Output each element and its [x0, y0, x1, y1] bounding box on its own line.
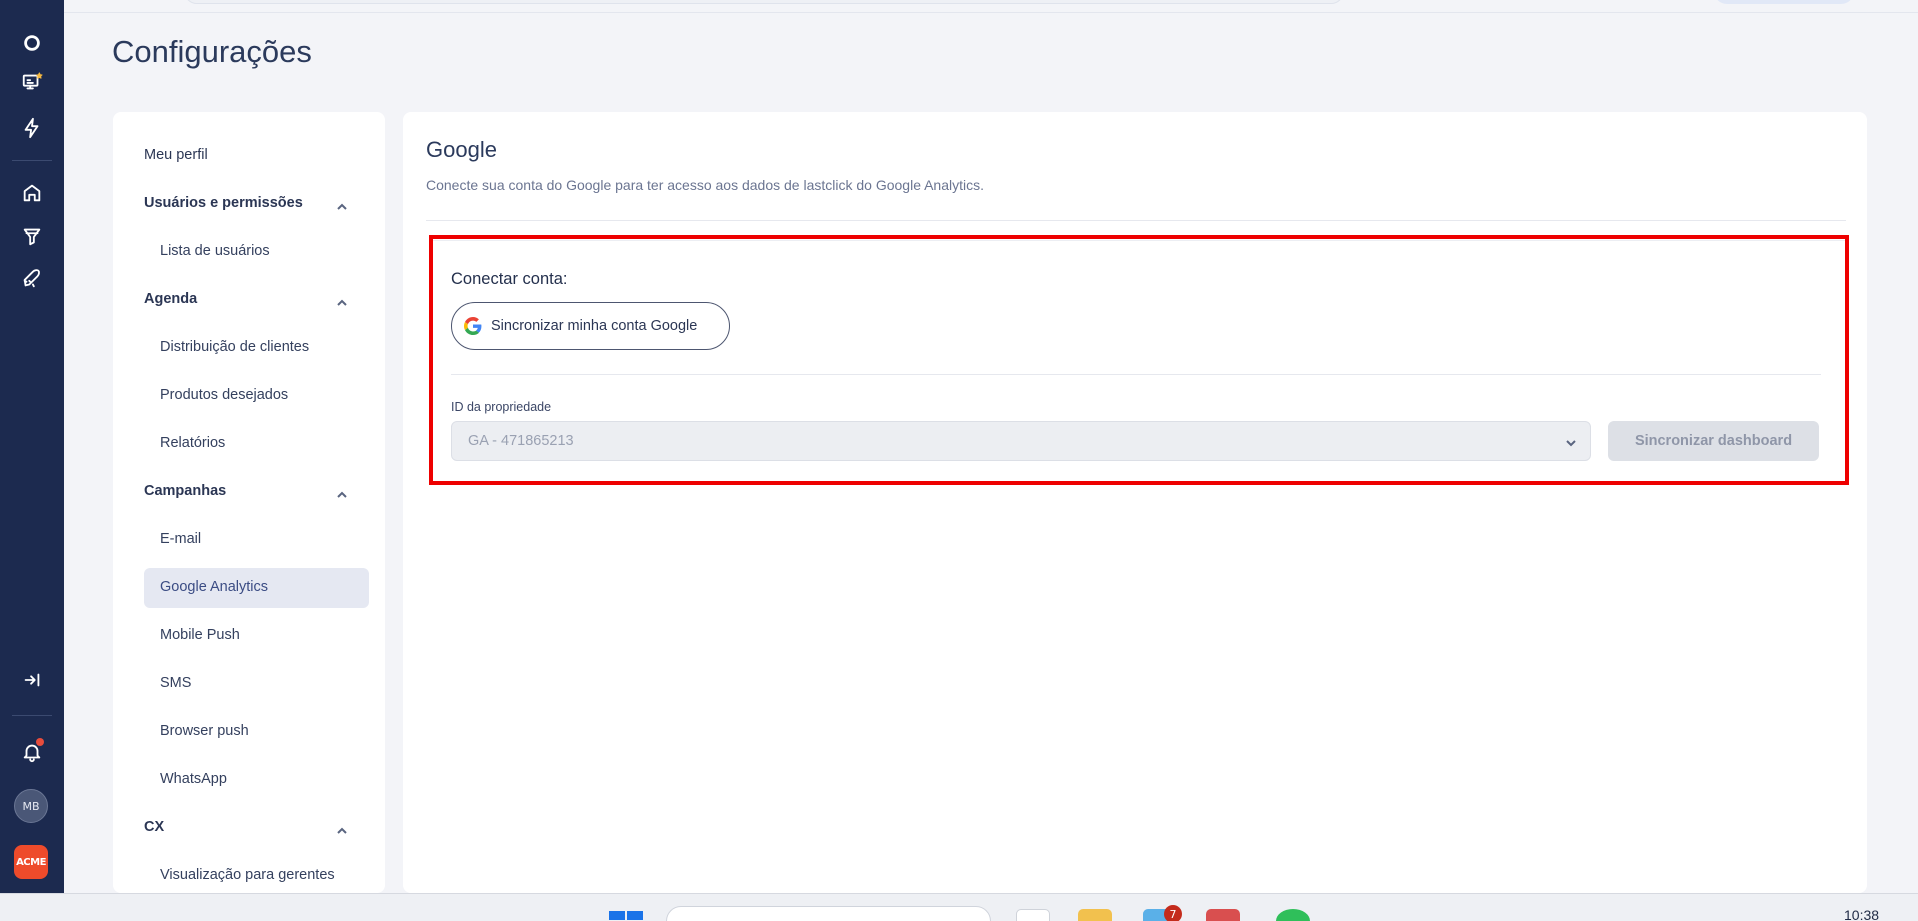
- rail-divider-bottom: [12, 715, 52, 716]
- brand-logo[interactable]: ACME: [14, 845, 48, 879]
- global-search-input[interactable]: [184, 0, 1344, 4]
- bell-icon[interactable]: [20, 738, 44, 764]
- windows-start-icon[interactable]: [609, 911, 643, 921]
- funnel-icon[interactable]: [20, 224, 44, 248]
- page-title: Configurações: [112, 34, 312, 69]
- header-action-button[interactable]: [1714, 0, 1854, 4]
- menu-group-campaigns[interactable]: Campanhas: [144, 483, 226, 499]
- task-view-icon[interactable]: [1016, 909, 1050, 921]
- presentation-star-icon[interactable]: [20, 70, 44, 94]
- menu-item-managers-view[interactable]: Visualização para gerentes: [160, 867, 335, 883]
- chevron-up-icon[interactable]: [336, 294, 348, 306]
- lightning-icon[interactable]: [20, 116, 44, 140]
- rail-divider: [12, 160, 52, 161]
- menu-item-google-analytics[interactable]: Google Analytics: [144, 568, 369, 608]
- logo-ring-icon[interactable]: [20, 31, 44, 55]
- clock-time: 10:38: [1844, 907, 1880, 921]
- menu-item-clients-distribution[interactable]: Distribuição de clientes: [160, 339, 309, 355]
- menu-item-google-analytics-label: Google Analytics: [160, 579, 269, 595]
- menu-item-users-list[interactable]: Lista de usuários: [160, 243, 270, 259]
- menu-item-email[interactable]: E-mail: [160, 531, 201, 547]
- chevron-up-icon[interactable]: [336, 822, 348, 834]
- avatar[interactable]: MB: [14, 789, 48, 823]
- home-icon[interactable]: [20, 181, 44, 205]
- chevron-up-icon[interactable]: [336, 486, 348, 498]
- settings-menu: Meu perfil Usuários e permissões Lista d…: [113, 112, 385, 893]
- top-header-strip: [64, 0, 1918, 13]
- taskbar-search-input[interactable]: [666, 906, 991, 921]
- notification-dot: [36, 738, 44, 746]
- menu-item-desired-products[interactable]: Produtos desejados: [160, 387, 288, 403]
- menu-item-mobile-push[interactable]: Mobile Push: [160, 627, 240, 643]
- highlight-box: [429, 235, 1849, 485]
- section-description: Conecte sua conta do Google para ter ace…: [426, 177, 985, 193]
- menu-item-reports[interactable]: Relatórios: [160, 435, 225, 451]
- taskbar-badge: 7: [1164, 905, 1182, 921]
- section-title: Google: [426, 137, 497, 162]
- menu-item-sms[interactable]: SMS: [160, 675, 191, 691]
- collapse-sidebar-icon[interactable]: [20, 668, 44, 692]
- menu-group-cx[interactable]: CX: [144, 819, 164, 835]
- app-nav-rail: MB ACME: [0, 0, 64, 893]
- music-app-icon[interactable]: [1276, 909, 1310, 921]
- google-settings-card: Google Conecte sua conta do Google para …: [403, 112, 1867, 893]
- os-taskbar: 7 10:38: [0, 893, 1918, 921]
- file-explorer-icon[interactable]: [1078, 909, 1112, 921]
- menu-item-whatsapp[interactable]: WhatsApp: [160, 771, 227, 787]
- menu-item-my-profile[interactable]: Meu perfil: [144, 147, 208, 163]
- rocket-icon[interactable]: [20, 267, 44, 291]
- menu-item-browser-push[interactable]: Browser push: [160, 723, 249, 739]
- chevron-up-icon[interactable]: [336, 198, 348, 210]
- menu-group-users[interactable]: Usuários e permissões: [144, 195, 303, 211]
- section-divider: [426, 220, 1846, 221]
- browser-icon[interactable]: [1206, 909, 1240, 921]
- menu-group-agenda[interactable]: Agenda: [144, 291, 197, 307]
